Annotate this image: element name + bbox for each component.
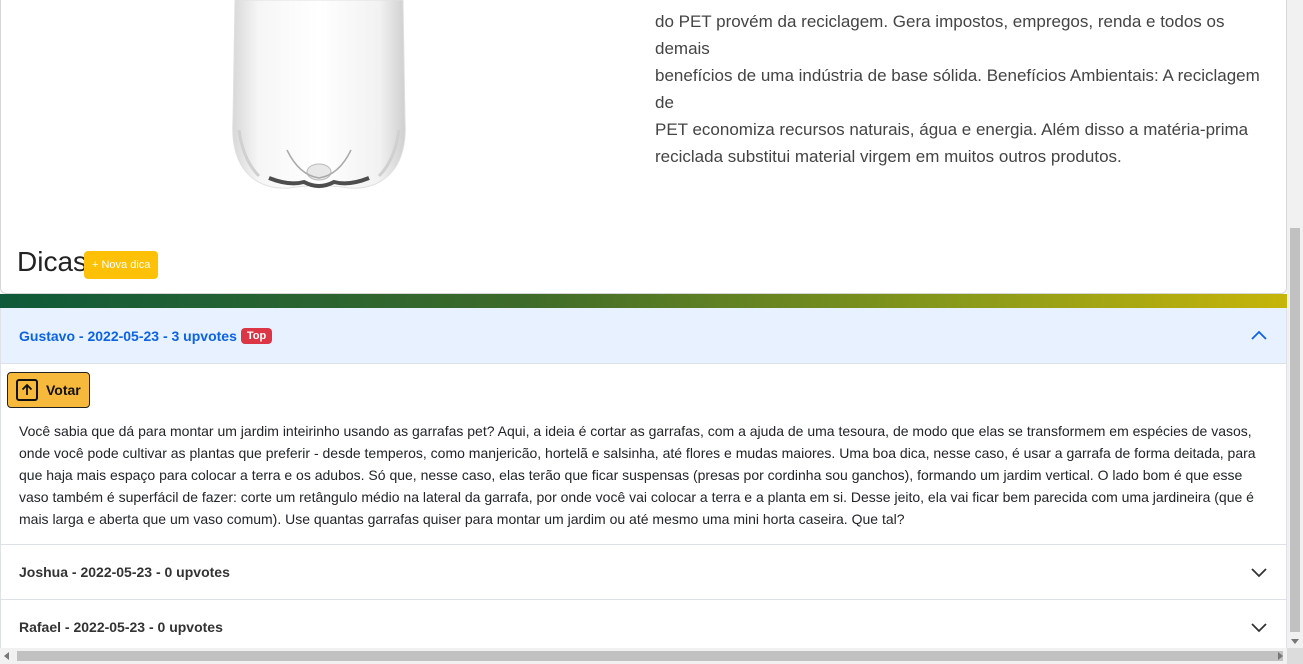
- scroll-down-arrow-icon[interactable]: [1291, 639, 1299, 644]
- new-tip-button[interactable]: + Nova dica: [84, 251, 159, 279]
- vertical-scroll-thumb[interactable]: [1290, 228, 1300, 632]
- top-badge: Top: [240, 327, 273, 344]
- arrow-up-icon: [16, 379, 38, 401]
- scroll-right-arrow-icon[interactable]: [1278, 652, 1283, 660]
- horizontal-scrollbar[interactable]: [0, 648, 1303, 664]
- scrollbar-corner: [1287, 648, 1303, 664]
- description-line: PET economiza recursos naturais, água e …: [655, 120, 1249, 139]
- horizontal-scroll-thumb[interactable]: [17, 651, 1283, 661]
- tips-accordion: Gustavo - 2022-05-23 - 3 upvotes Top Vot…: [0, 308, 1287, 655]
- chevron-down-icon: [1251, 568, 1267, 578]
- dicas-heading: Dicas: [17, 246, 88, 277]
- product-description: do PET provém da reciclagem. Gera impost…: [655, 8, 1281, 170]
- tip-item: Rafael - 2022-05-23 - 0 upvotes: [0, 600, 1287, 655]
- tip-item: Joshua - 2022-05-23 - 0 upvotes: [0, 545, 1287, 600]
- tip-header-label: Gustavo - 2022-05-23 - 3 upvotes: [19, 327, 237, 344]
- vertical-scrollbar[interactable]: [1287, 0, 1303, 648]
- decorative-gradient-bar: [0, 294, 1287, 308]
- tip-header-gustavo[interactable]: Gustavo - 2022-05-23 - 3 upvotes Top: [1, 308, 1286, 364]
- tip-header-label: Joshua - 2022-05-23 - 0 upvotes: [19, 564, 230, 580]
- pet-bottle-image: [232, 0, 406, 189]
- scroll-left-arrow-icon[interactable]: [4, 652, 9, 660]
- description-line: reciclada substitui material virgem em m…: [655, 147, 1122, 166]
- tip-text: Você sabia que dá para montar um jardim …: [19, 423, 1256, 527]
- description-line: benefícios de uma indústria de base sóli…: [655, 66, 1260, 112]
- vote-label: Votar: [46, 382, 81, 398]
- description-line: do PET provém da reciclagem. Gera impost…: [655, 12, 1225, 58]
- tip-header-rafael[interactable]: Rafael - 2022-05-23 - 0 upvotes: [1, 600, 1286, 654]
- product-card: do PET provém da reciclagem. Gera impost…: [0, 0, 1287, 294]
- chevron-down-icon: [1251, 623, 1267, 633]
- chevron-up-icon: [1251, 330, 1267, 340]
- tip-header-joshua[interactable]: Joshua - 2022-05-23 - 0 upvotes: [1, 545, 1286, 599]
- tip-item: Gustavo - 2022-05-23 - 3 upvotes Top Vot…: [0, 308, 1287, 545]
- vote-button[interactable]: Votar: [7, 372, 90, 408]
- tip-body: Votar Você sabia que dá para montar um j…: [1, 364, 1286, 544]
- tip-header-label: Rafael - 2022-05-23 - 0 upvotes: [19, 619, 223, 635]
